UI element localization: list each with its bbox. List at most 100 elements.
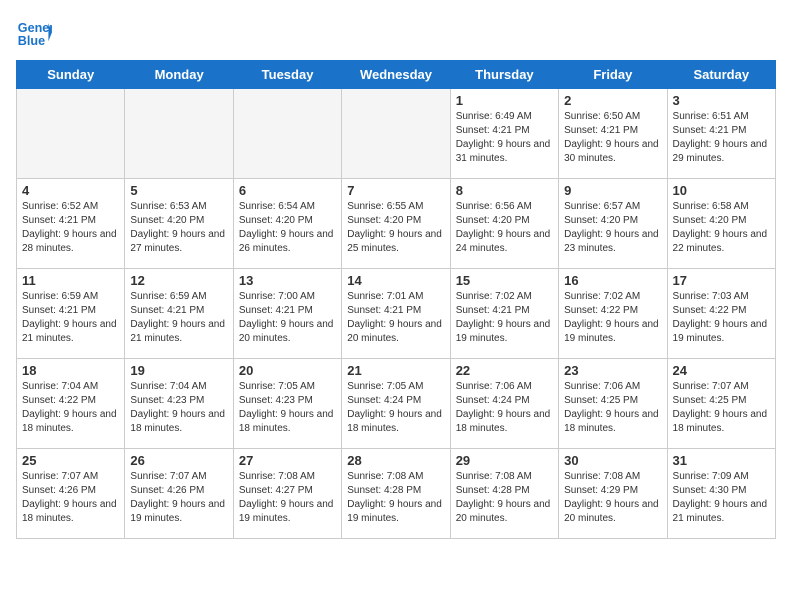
calendar-cell: 1 Sunrise: 6:49 AMSunset: 4:21 PMDayligh… (450, 89, 558, 179)
calendar-table: SundayMondayTuesdayWednesdayThursdayFrid… (16, 60, 776, 539)
calendar-cell: 8 Sunrise: 6:56 AMSunset: 4:20 PMDayligh… (450, 179, 558, 269)
day-info: Sunrise: 7:08 AMSunset: 4:28 PMDaylight:… (456, 470, 553, 526)
calendar-cell (233, 89, 341, 179)
calendar-cell: 31 Sunrise: 7:09 AMSunset: 4:30 PMDaylig… (667, 449, 775, 539)
day-info: Sunrise: 6:58 AMSunset: 4:20 PMDaylight:… (673, 200, 770, 256)
header-row: SundayMondayTuesdayWednesdayThursdayFrid… (17, 61, 776, 89)
calendar-cell: 25 Sunrise: 7:07 AMSunset: 4:26 PMDaylig… (17, 449, 125, 539)
day-number: 26 (130, 453, 227, 468)
calendar-cell: 15 Sunrise: 7:02 AMSunset: 4:21 PMDaylig… (450, 269, 558, 359)
day-info: Sunrise: 6:52 AMSunset: 4:21 PMDaylight:… (22, 200, 119, 256)
calendar-cell: 30 Sunrise: 7:08 AMSunset: 4:29 PMDaylig… (559, 449, 667, 539)
calendar-cell: 13 Sunrise: 7:00 AMSunset: 4:21 PMDaylig… (233, 269, 341, 359)
day-number: 3 (673, 93, 770, 108)
day-info: Sunrise: 7:04 AMSunset: 4:23 PMDaylight:… (130, 380, 227, 436)
day-info: Sunrise: 7:07 AMSunset: 4:26 PMDaylight:… (22, 470, 119, 526)
calendar-cell: 21 Sunrise: 7:05 AMSunset: 4:24 PMDaylig… (342, 359, 450, 449)
day-number: 31 (673, 453, 770, 468)
day-number: 1 (456, 93, 553, 108)
day-info: Sunrise: 7:08 AMSunset: 4:29 PMDaylight:… (564, 470, 661, 526)
day-number: 11 (22, 273, 119, 288)
calendar-cell: 18 Sunrise: 7:04 AMSunset: 4:22 PMDaylig… (17, 359, 125, 449)
calendar-cell: 6 Sunrise: 6:54 AMSunset: 4:20 PMDayligh… (233, 179, 341, 269)
day-number: 20 (239, 363, 336, 378)
calendar-cell: 27 Sunrise: 7:08 AMSunset: 4:27 PMDaylig… (233, 449, 341, 539)
svg-text:Blue: Blue (18, 34, 45, 48)
day-number: 15 (456, 273, 553, 288)
calendar-cell: 4 Sunrise: 6:52 AMSunset: 4:21 PMDayligh… (17, 179, 125, 269)
day-number: 2 (564, 93, 661, 108)
day-info: Sunrise: 7:06 AMSunset: 4:25 PMDaylight:… (564, 380, 661, 436)
logo: General Blue (16, 16, 56, 52)
day-info: Sunrise: 7:09 AMSunset: 4:30 PMDaylight:… (673, 470, 770, 526)
calendar-cell: 22 Sunrise: 7:06 AMSunset: 4:24 PMDaylig… (450, 359, 558, 449)
calendar-cell: 14 Sunrise: 7:01 AMSunset: 4:21 PMDaylig… (342, 269, 450, 359)
day-info: Sunrise: 6:54 AMSunset: 4:20 PMDaylight:… (239, 200, 336, 256)
header-day-friday: Friday (559, 61, 667, 89)
calendar-cell: 5 Sunrise: 6:53 AMSunset: 4:20 PMDayligh… (125, 179, 233, 269)
calendar-cell: 26 Sunrise: 7:07 AMSunset: 4:26 PMDaylig… (125, 449, 233, 539)
header-day-saturday: Saturday (667, 61, 775, 89)
day-number: 27 (239, 453, 336, 468)
day-number: 4 (22, 183, 119, 198)
day-number: 7 (347, 183, 444, 198)
calendar-week-1: 4 Sunrise: 6:52 AMSunset: 4:21 PMDayligh… (17, 179, 776, 269)
header-day-sunday: Sunday (17, 61, 125, 89)
calendar-week-0: 1 Sunrise: 6:49 AMSunset: 4:21 PMDayligh… (17, 89, 776, 179)
day-info: Sunrise: 7:06 AMSunset: 4:24 PMDaylight:… (456, 380, 553, 436)
header: General Blue (16, 16, 776, 52)
day-info: Sunrise: 7:07 AMSunset: 4:26 PMDaylight:… (130, 470, 227, 526)
day-number: 29 (456, 453, 553, 468)
day-info: Sunrise: 6:59 AMSunset: 4:21 PMDaylight:… (130, 290, 227, 346)
calendar-week-3: 18 Sunrise: 7:04 AMSunset: 4:22 PMDaylig… (17, 359, 776, 449)
calendar-cell: 11 Sunrise: 6:59 AMSunset: 4:21 PMDaylig… (17, 269, 125, 359)
day-info: Sunrise: 7:02 AMSunset: 4:21 PMDaylight:… (456, 290, 553, 346)
day-number: 13 (239, 273, 336, 288)
calendar-cell: 2 Sunrise: 6:50 AMSunset: 4:21 PMDayligh… (559, 89, 667, 179)
day-info: Sunrise: 7:08 AMSunset: 4:28 PMDaylight:… (347, 470, 444, 526)
day-number: 5 (130, 183, 227, 198)
day-number: 28 (347, 453, 444, 468)
calendar-cell: 17 Sunrise: 7:03 AMSunset: 4:22 PMDaylig… (667, 269, 775, 359)
day-number: 6 (239, 183, 336, 198)
calendar-header: SundayMondayTuesdayWednesdayThursdayFrid… (17, 61, 776, 89)
day-info: Sunrise: 7:00 AMSunset: 4:21 PMDaylight:… (239, 290, 336, 346)
day-number: 19 (130, 363, 227, 378)
header-day-tuesday: Tuesday (233, 61, 341, 89)
day-info: Sunrise: 7:02 AMSunset: 4:22 PMDaylight:… (564, 290, 661, 346)
day-number: 16 (564, 273, 661, 288)
day-info: Sunrise: 7:01 AMSunset: 4:21 PMDaylight:… (347, 290, 444, 346)
day-number: 22 (456, 363, 553, 378)
calendar-cell: 19 Sunrise: 7:04 AMSunset: 4:23 PMDaylig… (125, 359, 233, 449)
calendar-week-2: 11 Sunrise: 6:59 AMSunset: 4:21 PMDaylig… (17, 269, 776, 359)
calendar-cell: 16 Sunrise: 7:02 AMSunset: 4:22 PMDaylig… (559, 269, 667, 359)
day-info: Sunrise: 7:05 AMSunset: 4:24 PMDaylight:… (347, 380, 444, 436)
logo-icon: General Blue (16, 16, 52, 52)
day-number: 8 (456, 183, 553, 198)
calendar-cell (342, 89, 450, 179)
calendar-cell: 9 Sunrise: 6:57 AMSunset: 4:20 PMDayligh… (559, 179, 667, 269)
header-day-wednesday: Wednesday (342, 61, 450, 89)
calendar-cell: 23 Sunrise: 7:06 AMSunset: 4:25 PMDaylig… (559, 359, 667, 449)
day-info: Sunrise: 7:03 AMSunset: 4:22 PMDaylight:… (673, 290, 770, 346)
calendar-cell: 24 Sunrise: 7:07 AMSunset: 4:25 PMDaylig… (667, 359, 775, 449)
day-info: Sunrise: 7:05 AMSunset: 4:23 PMDaylight:… (239, 380, 336, 436)
header-day-thursday: Thursday (450, 61, 558, 89)
calendar-cell: 20 Sunrise: 7:05 AMSunset: 4:23 PMDaylig… (233, 359, 341, 449)
calendar-cell: 3 Sunrise: 6:51 AMSunset: 4:21 PMDayligh… (667, 89, 775, 179)
calendar-cell: 28 Sunrise: 7:08 AMSunset: 4:28 PMDaylig… (342, 449, 450, 539)
day-info: Sunrise: 6:51 AMSunset: 4:21 PMDaylight:… (673, 110, 770, 166)
calendar-cell (125, 89, 233, 179)
day-info: Sunrise: 6:49 AMSunset: 4:21 PMDaylight:… (456, 110, 553, 166)
calendar-cell: 10 Sunrise: 6:58 AMSunset: 4:20 PMDaylig… (667, 179, 775, 269)
day-number: 18 (22, 363, 119, 378)
day-number: 14 (347, 273, 444, 288)
day-info: Sunrise: 6:55 AMSunset: 4:20 PMDaylight:… (347, 200, 444, 256)
day-number: 9 (564, 183, 661, 198)
calendar-cell: 7 Sunrise: 6:55 AMSunset: 4:20 PMDayligh… (342, 179, 450, 269)
day-number: 21 (347, 363, 444, 378)
day-number: 12 (130, 273, 227, 288)
day-number: 10 (673, 183, 770, 198)
day-number: 24 (673, 363, 770, 378)
day-info: Sunrise: 6:50 AMSunset: 4:21 PMDaylight:… (564, 110, 661, 166)
